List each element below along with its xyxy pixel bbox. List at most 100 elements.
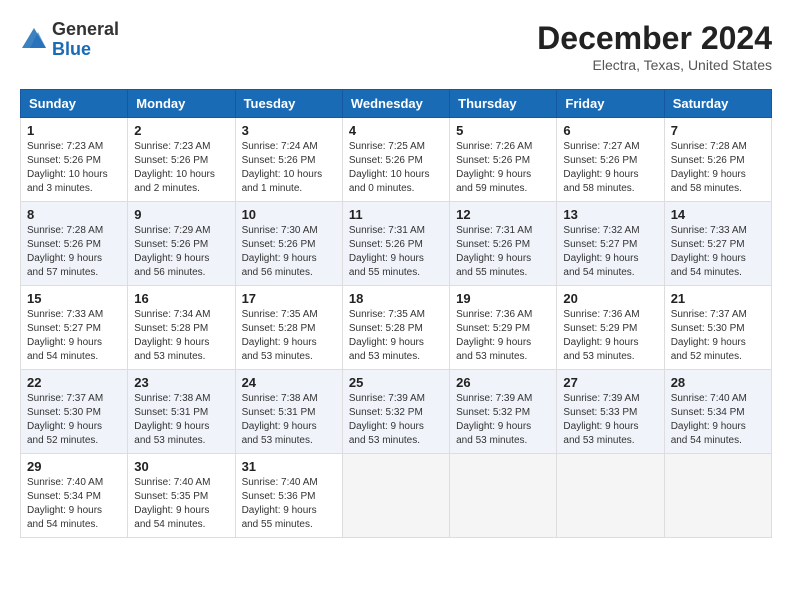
table-row: 3Sunrise: 7:24 AMSunset: 5:26 PMDaylight…	[235, 118, 342, 202]
day-info: Sunrise: 7:40 AMSunset: 5:34 PMDaylight:…	[671, 392, 765, 448]
day-number: 21	[671, 291, 765, 306]
day-info: Sunrise: 7:31 AMSunset: 5:26 PMDaylight:…	[456, 224, 550, 280]
col-wednesday: Wednesday	[342, 90, 449, 118]
day-info: Sunrise: 7:26 AMSunset: 5:26 PMDaylight:…	[456, 140, 550, 196]
col-friday: Friday	[557, 90, 664, 118]
table-row: 31Sunrise: 7:40 AMSunset: 5:36 PMDayligh…	[235, 454, 342, 538]
calendar-week-3: 15Sunrise: 7:33 AMSunset: 5:27 PMDayligh…	[21, 286, 772, 370]
col-tuesday: Tuesday	[235, 90, 342, 118]
day-info: Sunrise: 7:33 AMSunset: 5:27 PMDaylight:…	[671, 224, 765, 280]
day-info: Sunrise: 7:30 AMSunset: 5:26 PMDaylight:…	[242, 224, 336, 280]
day-info: Sunrise: 7:28 AMSunset: 5:26 PMDaylight:…	[671, 140, 765, 196]
day-number: 30	[134, 459, 228, 474]
table-row: 17 Sunrise: 7:35 AMSunset: 5:28 PMDayligh…	[235, 286, 342, 370]
table-row: 11 Sunrise: 7:31 AMSunset: 5:26 PMDayligh…	[342, 202, 449, 286]
day-number: 14	[671, 207, 765, 222]
calendar-week-1: 1 Sunrise: 7:23 AMSunset: 5:26 PMDaylight…	[21, 118, 772, 202]
day-number: 17	[242, 291, 336, 306]
day-number: 5	[456, 123, 550, 138]
table-row	[557, 454, 664, 538]
table-row: 29 Sunrise: 7:40 AMSunset: 5:34 PMDayligh…	[21, 454, 128, 538]
day-number: 18	[349, 291, 443, 306]
table-row	[664, 454, 771, 538]
day-number: 29	[27, 459, 121, 474]
day-info: Sunrise: 7:32 AMSunset: 5:27 PMDaylight:…	[563, 224, 657, 280]
logo-blue: Blue	[52, 40, 119, 60]
day-info: Sunrise: 7:34 AMSunset: 5:28 PMDaylight:…	[134, 308, 228, 364]
page-header: General Blue December 2024 Electra, Texa…	[20, 20, 772, 73]
table-row: 19Sunrise: 7:36 AMSunset: 5:29 PMDayligh…	[450, 286, 557, 370]
day-number: 8	[27, 207, 121, 222]
day-number: 9	[134, 207, 228, 222]
logo-general: General	[52, 20, 119, 40]
table-row: 7 Sunrise: 7:28 AMSunset: 5:26 PMDaylight…	[664, 118, 771, 202]
day-number: 19	[456, 291, 550, 306]
day-info: Sunrise: 7:37 AMSunset: 5:30 PMDaylight:…	[27, 392, 121, 448]
table-row: 16 Sunrise: 7:34 AMSunset: 5:28 PMDayligh…	[128, 286, 235, 370]
table-row: 28Sunrise: 7:40 AMSunset: 5:34 PMDayligh…	[664, 370, 771, 454]
calendar-week-5: 29 Sunrise: 7:40 AMSunset: 5:34 PMDayligh…	[21, 454, 772, 538]
day-number: 24	[242, 375, 336, 390]
day-number: 27	[563, 375, 657, 390]
day-number: 22	[27, 375, 121, 390]
calendar-week-2: 8 Sunrise: 7:28 AMSunset: 5:26 PMDaylight…	[21, 202, 772, 286]
day-info: Sunrise: 7:37 AMSunset: 5:30 PMDaylight:…	[671, 308, 765, 364]
day-number: 1	[27, 123, 121, 138]
table-row: 21 Sunrise: 7:37 AMSunset: 5:30 PMDayligh…	[664, 286, 771, 370]
day-info: Sunrise: 7:39 AMSunset: 5:32 PMDaylight:…	[456, 392, 550, 448]
col-saturday: Saturday	[664, 90, 771, 118]
day-info: Sunrise: 7:35 AMSunset: 5:28 PMDaylight:…	[242, 308, 336, 364]
table-row: 6 Sunrise: 7:27 AMSunset: 5:26 PMDaylight…	[557, 118, 664, 202]
table-row: 26 Sunrise: 7:39 AMSunset: 5:32 PMDayligh…	[450, 370, 557, 454]
table-row: 8 Sunrise: 7:28 AMSunset: 5:26 PMDaylight…	[21, 202, 128, 286]
day-number: 10	[242, 207, 336, 222]
table-row: 27 Sunrise: 7:39 AMSunset: 5:33 PMDayligh…	[557, 370, 664, 454]
table-row: 10 Sunrise: 7:30 AMSunset: 5:26 PMDayligh…	[235, 202, 342, 286]
day-number: 31	[242, 459, 336, 474]
day-info: Sunrise: 7:40 AMSunset: 5:34 PMDaylight:…	[27, 476, 121, 532]
table-row: 18 Sunrise: 7:35 AMSunset: 5:28 PMDayligh…	[342, 286, 449, 370]
day-number: 11	[349, 207, 443, 222]
day-info: Sunrise: 7:35 AMSunset: 5:28 PMDaylight:…	[349, 308, 443, 364]
day-info: Sunrise: 7:28 AMSunset: 5:26 PMDaylight:…	[27, 224, 121, 280]
table-row: 13Sunrise: 7:32 AMSunset: 5:27 PMDayligh…	[557, 202, 664, 286]
table-row: 4 Sunrise: 7:25 AMSunset: 5:26 PMDaylight…	[342, 118, 449, 202]
day-info: Sunrise: 7:39 AMSunset: 5:33 PMDaylight:…	[563, 392, 657, 448]
month-title: December 2024	[537, 20, 772, 57]
day-info: Sunrise: 7:29 AMSunset: 5:26 PMDaylight:…	[134, 224, 228, 280]
table-row: 25 Sunrise: 7:39 AMSunset: 5:32 PMDayligh…	[342, 370, 449, 454]
table-row: 14 Sunrise: 7:33 AMSunset: 5:27 PMDayligh…	[664, 202, 771, 286]
day-number: 20	[563, 291, 657, 306]
table-row: 30Sunrise: 7:40 AMSunset: 5:35 PMDayligh…	[128, 454, 235, 538]
table-row: 5 Sunrise: 7:26 AMSunset: 5:26 PMDaylight…	[450, 118, 557, 202]
calendar-week-4: 22 Sunrise: 7:37 AMSunset: 5:30 PMDayligh…	[21, 370, 772, 454]
day-number: 12	[456, 207, 550, 222]
day-number: 2	[134, 123, 228, 138]
day-number: 26	[456, 375, 550, 390]
table-row	[342, 454, 449, 538]
calendar-header-row: Sunday Monday Tuesday Wednesday Thursday…	[21, 90, 772, 118]
day-info: Sunrise: 7:31 AMSunset: 5:26 PMDaylight:…	[349, 224, 443, 280]
table-row: 22 Sunrise: 7:37 AMSunset: 5:30 PMDayligh…	[21, 370, 128, 454]
day-info: Sunrise: 7:23 AMSunset: 5:26 PMDaylight:…	[134, 140, 228, 196]
day-info: Sunrise: 7:38 AMSunset: 5:31 PMDaylight:…	[242, 392, 336, 448]
table-row: 20Sunrise: 7:36 AMSunset: 5:29 PMDayligh…	[557, 286, 664, 370]
col-thursday: Thursday	[450, 90, 557, 118]
day-number: 16	[134, 291, 228, 306]
day-number: 25	[349, 375, 443, 390]
day-number: 7	[671, 123, 765, 138]
table-row: 23Sunrise: 7:38 AMSunset: 5:31 PMDayligh…	[128, 370, 235, 454]
day-info: Sunrise: 7:25 AMSunset: 5:26 PMDaylight:…	[349, 140, 443, 196]
day-info: Sunrise: 7:27 AMSunset: 5:26 PMDaylight:…	[563, 140, 657, 196]
logo: General Blue	[20, 20, 119, 60]
table-row: 15Sunrise: 7:33 AMSunset: 5:27 PMDayligh…	[21, 286, 128, 370]
day-info: Sunrise: 7:39 AMSunset: 5:32 PMDaylight:…	[349, 392, 443, 448]
table-row	[450, 454, 557, 538]
calendar-table: Sunday Monday Tuesday Wednesday Thursday…	[20, 89, 772, 538]
day-number: 4	[349, 123, 443, 138]
day-info: Sunrise: 7:38 AMSunset: 5:31 PMDaylight:…	[134, 392, 228, 448]
day-info: Sunrise: 7:23 AMSunset: 5:26 PMDaylight:…	[27, 140, 121, 196]
table-row: 1 Sunrise: 7:23 AMSunset: 5:26 PMDaylight…	[21, 118, 128, 202]
day-number: 6	[563, 123, 657, 138]
col-monday: Monday	[128, 90, 235, 118]
